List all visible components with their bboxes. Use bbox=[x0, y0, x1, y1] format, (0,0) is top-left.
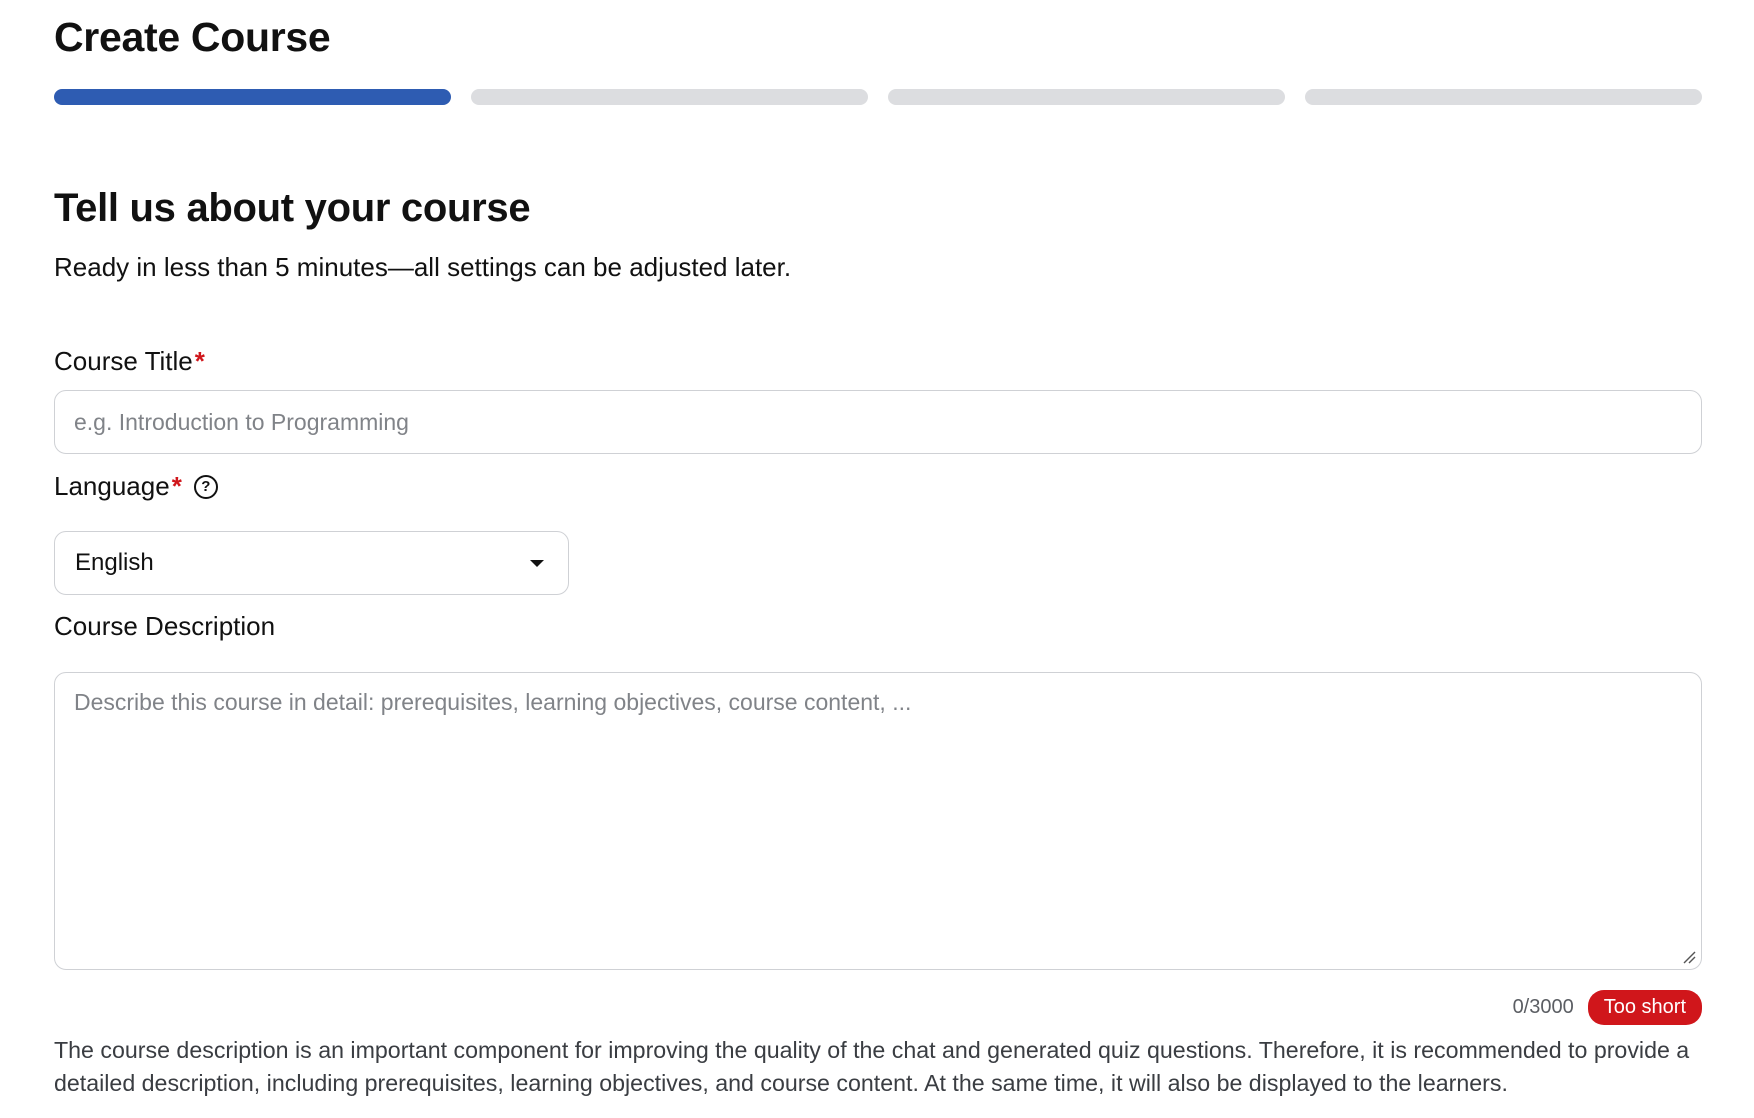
language-select[interactable]: English bbox=[54, 531, 569, 595]
step-2-indicator bbox=[471, 89, 868, 105]
question-circle-icon[interactable]: ? bbox=[193, 474, 218, 499]
required-asterisk: * bbox=[171, 471, 182, 501]
description-meta: 0/3000 Too short bbox=[1513, 990, 1702, 1025]
resize-handle-icon[interactable] bbox=[1682, 950, 1696, 964]
course-description-label: Course Description bbox=[54, 611, 275, 642]
course-title-label-text: Course Title bbox=[54, 346, 193, 376]
step-3-indicator bbox=[888, 89, 1285, 105]
section-title: Tell us about your course bbox=[54, 186, 531, 230]
description-helper-text: The course description is an important c… bbox=[54, 1037, 1690, 1096]
course-description-textarea[interactable] bbox=[54, 672, 1702, 970]
language-label-text: Language bbox=[54, 471, 170, 501]
create-course-page: Create Course Tell us about your course … bbox=[0, 0, 1754, 1118]
step-1-indicator bbox=[54, 89, 451, 105]
section-subtitle: Ready in less than 5 minutes—all setting… bbox=[54, 252, 792, 282]
language-selected-value: English bbox=[75, 549, 154, 576]
required-asterisk: * bbox=[194, 346, 205, 376]
page-title: Create Course bbox=[54, 14, 331, 60]
progress-stepper bbox=[54, 89, 1702, 105]
character-counter: 0/3000 bbox=[1512, 996, 1574, 1018]
course-title-input[interactable] bbox=[54, 390, 1702, 454]
language-label: Language * ? bbox=[54, 471, 218, 502]
step-4-indicator bbox=[1305, 89, 1702, 105]
caret-down-icon bbox=[530, 559, 544, 567]
course-title-label: Course Title * bbox=[54, 346, 205, 377]
course-description-label-text: Course Description bbox=[54, 611, 276, 641]
status-badge: Too short bbox=[1587, 990, 1702, 1025]
